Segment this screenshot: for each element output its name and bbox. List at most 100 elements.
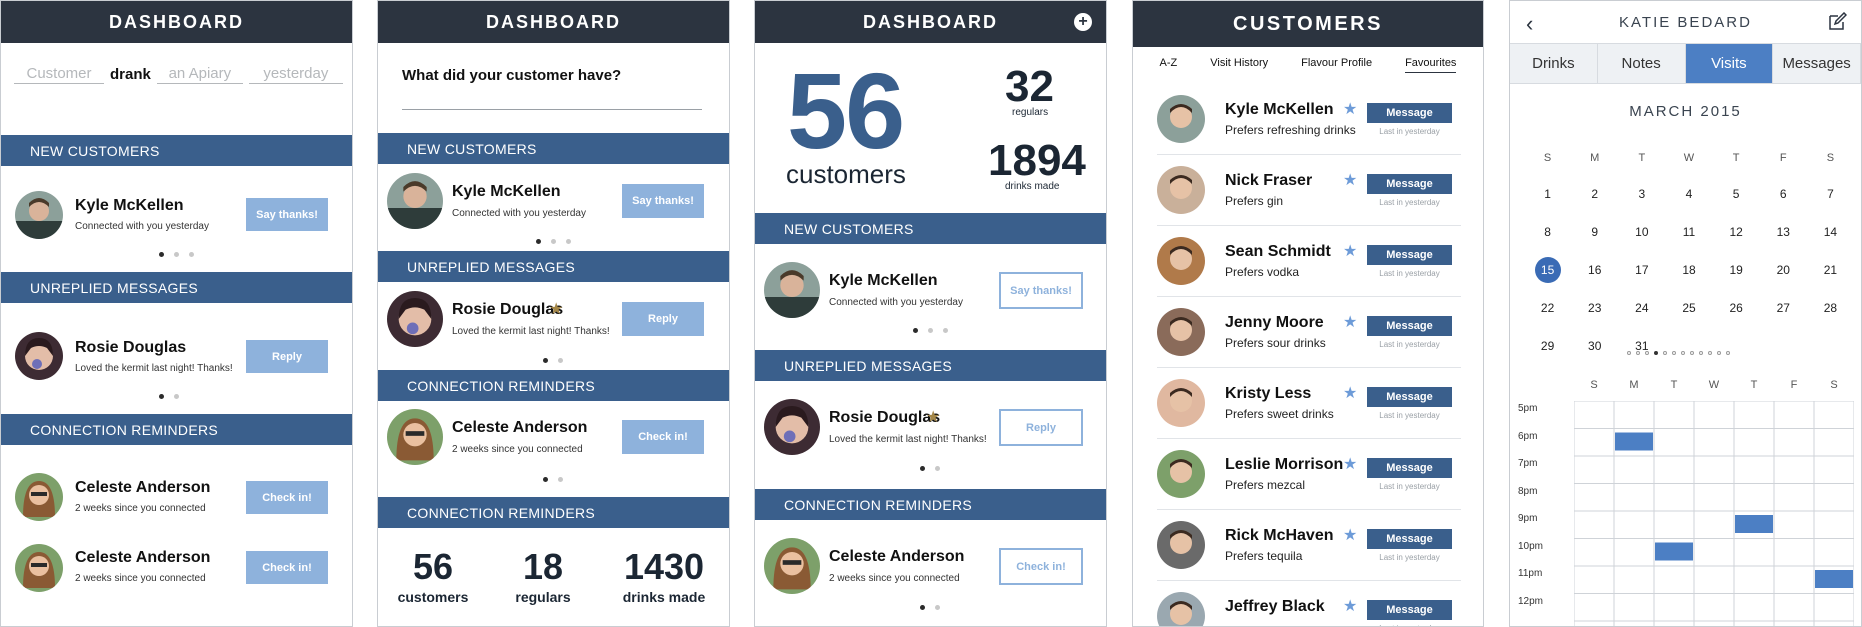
tab-favourites[interactable]: Favourites: [1405, 57, 1457, 73]
calendar-day[interactable]: 27: [1760, 289, 1807, 327]
dashboard-screen-3: DASHBOARD + 56 customers 32 regulars 189…: [754, 0, 1107, 627]
tab-visit-history[interactable]: Visit History: [1210, 57, 1268, 73]
calendar-day[interactable]: 13: [1760, 213, 1807, 251]
calendar-day[interactable]: 25: [1665, 289, 1712, 327]
customer-name: Celeste Anderson: [75, 549, 211, 566]
week-day-label: S: [1590, 379, 1598, 391]
customer-row[interactable]: Kyle McKellen Prefers refreshing drinks ★ M…: [1157, 85, 1461, 155]
calendar-day[interactable]: 4: [1665, 175, 1712, 213]
pager-dots[interactable]: [913, 328, 948, 333]
favourite-star-icon[interactable]: ★: [1343, 596, 1357, 616]
month-pager-dots[interactable]: [1627, 351, 1730, 355]
calendar-day[interactable]: 8: [1524, 213, 1571, 251]
calendar-day[interactable]: 1: [1524, 175, 1571, 213]
say-thanks-button[interactable]: Say thanks!: [999, 272, 1083, 309]
favourite-star-icon[interactable]: ★: [1343, 525, 1357, 545]
calendar-day[interactable]: 30: [1571, 327, 1618, 365]
calendar-day[interactable]: 21: [1807, 251, 1854, 289]
calendar-day[interactable]: 23: [1571, 289, 1618, 327]
favourite-star-icon[interactable]: ★: [1343, 454, 1357, 474]
visit-block[interactable]: [1815, 570, 1853, 588]
message-button[interactable]: Message: [1367, 245, 1452, 265]
time-field[interactable]: yesterday: [248, 65, 343, 84]
message-button[interactable]: Message: [1367, 103, 1452, 123]
message-button[interactable]: Message: [1367, 458, 1452, 478]
visit-block[interactable]: [1735, 515, 1773, 533]
check-in-button[interactable]: Check in!: [999, 548, 1083, 585]
pager-dots[interactable]: [159, 394, 179, 399]
stat-regulars: 18 regulars: [502, 549, 584, 606]
reply-button[interactable]: Reply: [246, 340, 328, 373]
reply-button[interactable]: Reply: [622, 302, 704, 336]
say-thanks-button[interactable]: Say thanks!: [246, 198, 328, 231]
favourite-star-icon[interactable]: ★: [1343, 99, 1357, 119]
calendar-day[interactable]: 29: [1524, 327, 1571, 365]
calendar-day[interactable]: 3: [1618, 175, 1665, 213]
calendar-day[interactable]: 26: [1713, 289, 1760, 327]
customer-row[interactable]: Jenny Moore Prefers sour drinks ★ Message La…: [1157, 298, 1461, 368]
calendar-day[interactable]: 10: [1618, 213, 1665, 251]
calendar-day[interactable]: 7: [1807, 175, 1854, 213]
tab-a-z[interactable]: A-Z: [1160, 57, 1178, 73]
tab-drinks[interactable]: Drinks: [1510, 44, 1598, 83]
pager-dots[interactable]: [543, 358, 563, 363]
customer-row[interactable]: Rick McHaven Prefers tequila ★ Message Last …: [1157, 511, 1461, 581]
calendar-day[interactable]: 19: [1713, 251, 1760, 289]
pager-dots[interactable]: [920, 466, 940, 471]
message-button[interactable]: Message: [1367, 387, 1452, 407]
message-button[interactable]: Message: [1367, 316, 1452, 336]
customer-row[interactable]: Leslie Morrison Prefers mezcal ★ Message Las…: [1157, 440, 1461, 510]
check-in-button[interactable]: Check in!: [622, 420, 704, 454]
top-bar: ‹ KATIE BEDARD: [1510, 1, 1861, 43]
pager-dots[interactable]: [920, 605, 940, 610]
calendar-day[interactable]: 12: [1713, 213, 1760, 251]
calendar-day[interactable]: 18: [1665, 251, 1712, 289]
customer-field[interactable]: Customer: [14, 65, 104, 84]
calendar-day[interactable]: 17: [1618, 251, 1665, 289]
message-button[interactable]: Message: [1367, 529, 1452, 549]
pager-dots[interactable]: [543, 477, 563, 482]
tab-visits[interactable]: Visits: [1685, 44, 1774, 83]
tab-flavour-profile[interactable]: Flavour Profile: [1301, 57, 1372, 73]
pager-dots[interactable]: [536, 239, 571, 244]
calendar-day[interactable]: 31: [1618, 327, 1665, 365]
tab-messages[interactable]: Messages: [1773, 44, 1861, 83]
favourite-star-icon[interactable]: ★: [1343, 170, 1357, 190]
favourite-star-icon: ★: [926, 409, 941, 426]
pager-dots[interactable]: [159, 252, 194, 257]
calendar-day[interactable]: 24: [1618, 289, 1665, 327]
avatar-rosie: [15, 332, 63, 380]
calendar-day[interactable]: 14: [1807, 213, 1854, 251]
visit-block[interactable]: [1655, 542, 1693, 561]
say-thanks-button[interactable]: Say thanks!: [622, 184, 704, 218]
favourite-star-icon[interactable]: ★: [1343, 383, 1357, 403]
calendar-day[interactable]: 11: [1665, 213, 1712, 251]
calendar-day[interactable]: 6: [1760, 175, 1807, 213]
check-in-button[interactable]: Check in!: [246, 551, 328, 584]
message-button[interactable]: Message: [1367, 174, 1452, 194]
favourite-star-icon[interactable]: ★: [1343, 312, 1357, 332]
reply-button[interactable]: Reply: [999, 409, 1083, 446]
add-icon[interactable]: +: [1074, 13, 1092, 31]
calendar-day[interactable]: 16: [1571, 251, 1618, 289]
calendar-day[interactable]: 2: [1571, 175, 1618, 213]
tab-notes[interactable]: Notes: [1598, 44, 1686, 83]
calendar-day[interactable]: 28: [1807, 289, 1854, 327]
back-arrow-icon[interactable]: ‹: [1526, 11, 1533, 37]
calendar-day[interactable]: 9: [1571, 213, 1618, 251]
favourite-star-icon[interactable]: ★: [1343, 241, 1357, 261]
customer-row[interactable]: Sean Schmidt Prefers vodka ★ Message Last in…: [1157, 227, 1461, 297]
calendar-day[interactable]: 20: [1760, 251, 1807, 289]
answer-input[interactable]: [402, 109, 702, 110]
calendar-day-today[interactable]: 15: [1524, 251, 1571, 289]
calendar-day[interactable]: 5: [1713, 175, 1760, 213]
product-field[interactable]: an Apiary: [156, 65, 243, 84]
check-in-button[interactable]: Check in!: [246, 481, 328, 514]
message-button[interactable]: Message: [1367, 600, 1452, 620]
visit-block[interactable]: [1615, 432, 1653, 451]
customer-row[interactable]: Nick Fraser Prefers gin ★ Message Last in ye…: [1157, 156, 1461, 226]
customer-row[interactable]: Jeffrey Black★MessageLast in yesterday: [1157, 582, 1461, 626]
edit-icon[interactable]: [1827, 12, 1847, 32]
calendar-day[interactable]: 22: [1524, 289, 1571, 327]
customer-row[interactable]: Kristy Less Prefers sweet drinks ★ Message L…: [1157, 369, 1461, 439]
